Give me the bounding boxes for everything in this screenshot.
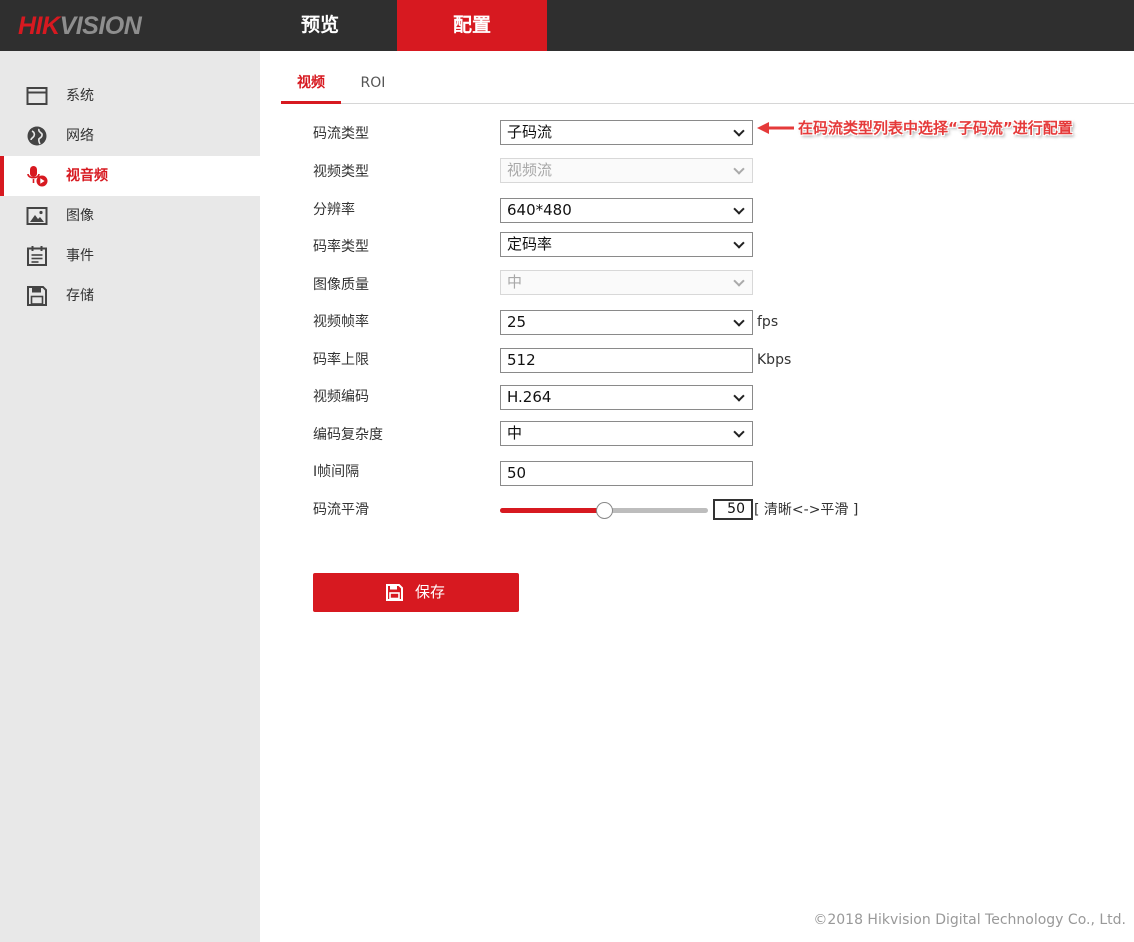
bitrate-max-unit: Kbps bbox=[757, 352, 792, 368]
frame-rate-label: 视频帧率 bbox=[313, 314, 369, 330]
sidebar: 系统 网络 视音频 图像 事件 存储 bbox=[0, 51, 260, 942]
save-button[interactable]: 保存 bbox=[313, 573, 519, 612]
floppy-disk-icon bbox=[386, 584, 403, 601]
encoding-complexity-select[interactable]: 中 bbox=[500, 421, 753, 446]
tab-roi[interactable]: ROI bbox=[351, 65, 395, 104]
resolution-label: 分辨率 bbox=[313, 202, 355, 218]
image-icon bbox=[26, 207, 48, 225]
sidebar-item-system[interactable]: 系统 bbox=[0, 76, 260, 116]
video-encoding-label: 视频编码 bbox=[313, 389, 369, 405]
logo-red-text: HIK bbox=[18, 12, 60, 40]
video-type-label: 视频类型 bbox=[313, 164, 369, 180]
annotation-callout: 在码流类型列表中选择“子码流”进行配置 bbox=[798, 119, 1073, 137]
i-frame-interval-label: I帧间隔 bbox=[313, 464, 360, 480]
calendar-icon bbox=[27, 246, 47, 266]
window-icon bbox=[26, 87, 48, 105]
sidebar-item-label: 存储 bbox=[66, 288, 94, 304]
sidebar-item-network[interactable]: 网络 bbox=[0, 116, 260, 156]
stream-type-select[interactable]: 子码流 bbox=[500, 120, 753, 145]
sidebar-item-label: 事件 bbox=[66, 248, 94, 264]
frame-rate-select[interactable]: 25 bbox=[500, 310, 753, 335]
video-subtabs: 视频 ROI bbox=[281, 65, 1134, 104]
encoding-complexity-label: 编码复杂度 bbox=[313, 427, 383, 443]
sidebar-item-storage[interactable]: 存储 bbox=[0, 276, 260, 316]
sidebar-item-label: 网络 bbox=[66, 128, 94, 144]
smoothing-slider[interactable] bbox=[500, 502, 708, 519]
image-quality-select: 中 bbox=[500, 270, 753, 295]
frame-rate-unit: fps bbox=[757, 314, 779, 330]
nav-tab-config[interactable]: 配置 bbox=[397, 0, 547, 51]
i-frame-interval-input[interactable]: 50 bbox=[500, 461, 753, 486]
bitrate-max-label: 码率上限 bbox=[313, 352, 369, 368]
sidebar-item-image[interactable]: 图像 bbox=[0, 196, 260, 236]
bitrate-type-label: 码率类型 bbox=[313, 239, 369, 255]
slider-handle[interactable] bbox=[596, 502, 613, 519]
smoothing-hint: [ 清晰<->平滑 ] bbox=[754, 502, 859, 518]
sidebar-item-label: 图像 bbox=[66, 208, 94, 224]
tab-video[interactable]: 视频 bbox=[281, 65, 341, 104]
sidebar-item-event[interactable]: 事件 bbox=[0, 236, 260, 276]
resolution-select[interactable]: 640*480 bbox=[500, 198, 753, 223]
stream-type-label: 码流类型 bbox=[313, 126, 369, 142]
floppy-disk-icon bbox=[27, 286, 47, 306]
arrow-left-icon bbox=[757, 122, 794, 134]
video-encoding-select[interactable]: H.264 bbox=[500, 385, 753, 410]
slider-fill bbox=[500, 508, 604, 513]
microphone-icon bbox=[27, 166, 48, 187]
nav-tab-preview[interactable]: 预览 bbox=[245, 0, 395, 51]
logo-gray-text: VISION bbox=[59, 12, 142, 40]
smoothing-label: 码流平滑 bbox=[313, 502, 369, 518]
copyright-footer: ©2018 Hikvision Digital Technology Co., … bbox=[813, 912, 1126, 928]
save-button-label: 保存 bbox=[415, 583, 446, 601]
top-bar: HIKVISION 预览 配置 bbox=[0, 0, 1134, 51]
sidebar-item-label: 视音频 bbox=[66, 168, 108, 184]
sidebar-item-label: 系统 bbox=[66, 88, 94, 104]
globe-icon bbox=[27, 126, 47, 146]
image-quality-label: 图像质量 bbox=[313, 277, 369, 293]
bitrate-type-select[interactable]: 定码率 bbox=[500, 232, 753, 257]
bitrate-max-input[interactable]: 512 bbox=[500, 348, 753, 373]
video-type-select: 视频流 bbox=[500, 158, 753, 183]
smoothing-value-input[interactable]: 50 bbox=[713, 499, 753, 520]
hikvision-logo: HIKVISION bbox=[18, 12, 142, 41]
sidebar-item-audio-video[interactable]: 视音频 bbox=[0, 156, 260, 196]
